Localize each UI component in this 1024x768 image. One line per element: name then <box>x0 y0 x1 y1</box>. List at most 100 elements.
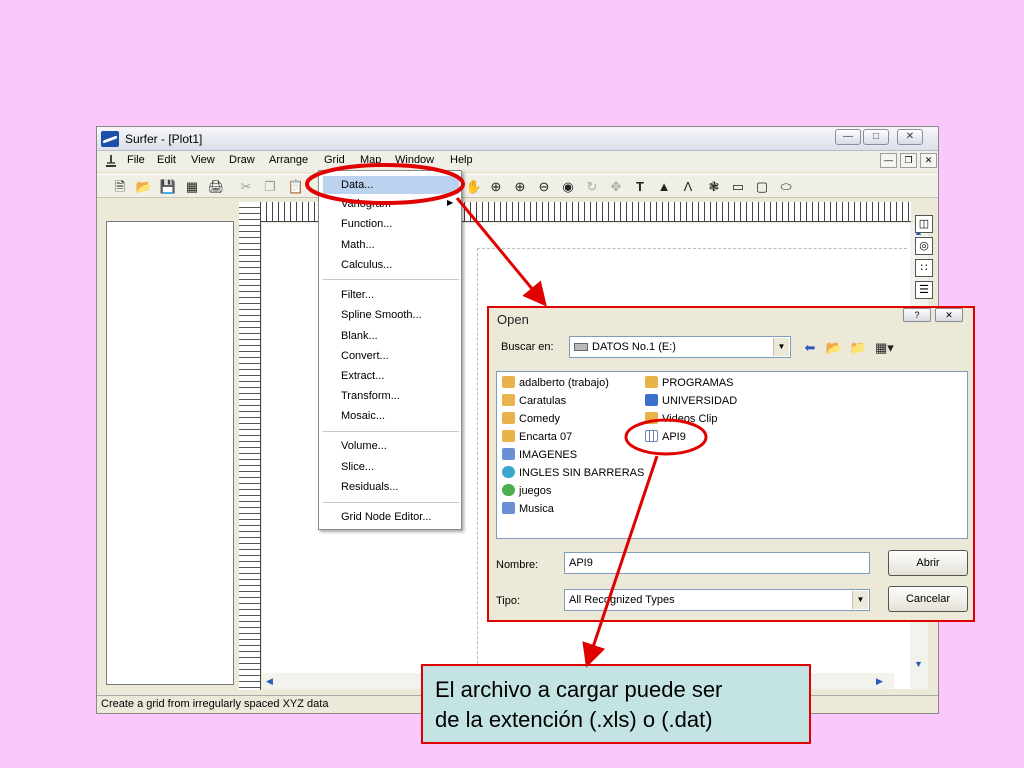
menu-map[interactable]: Map <box>360 154 381 166</box>
look-in-combo[interactable]: DATOS No.1 (E:) ▼ <box>569 336 791 358</box>
doc-close-button[interactable]: ✕ <box>920 153 937 168</box>
list-item[interactable]: Encarta 07 <box>502 430 572 443</box>
symbol-tool-icon[interactable]: ❃ <box>705 178 723 195</box>
menu-item-slice[interactable]: Slice... <box>341 461 374 473</box>
title-bar[interactable]: Surfer - [Plot1] — □ ✕ <box>97 127 938 151</box>
menu-item-blank[interactable]: Blank... <box>341 330 378 342</box>
dialog-title: Open <box>497 312 529 327</box>
menu-item-grid-node-editor[interactable]: Grid Node Editor... <box>341 511 432 523</box>
chevron-down-icon[interactable]: ▼ <box>773 338 789 356</box>
menu-item-volume[interactable]: Volume... <box>341 440 387 452</box>
close-button[interactable]: ✕ <box>897 129 923 145</box>
list-item[interactable]: juegos <box>502 484 551 497</box>
chevron-down-icon[interactable]: ▼ <box>852 591 868 609</box>
list-item[interactable]: API9 <box>645 430 686 443</box>
scroll-left-icon[interactable]: ◀ <box>266 676 273 687</box>
menu-grid[interactable]: Grid <box>324 154 345 166</box>
back-arrow-icon[interactable]: ⬅ <box>801 339 819 356</box>
list-item[interactable]: PROGRAMAS <box>645 376 734 389</box>
file-list[interactable]: adalberto (trabajo) Caratulas Comedy Enc… <box>496 371 968 539</box>
document-icon[interactable] <box>103 153 119 169</box>
menu-arrange[interactable]: Arrange <box>269 154 308 166</box>
menu-window[interactable]: Window <box>395 154 434 166</box>
zoom-rect-icon[interactable]: ⊕ <box>487 178 505 195</box>
pan-hand-icon[interactable]: ✋ <box>465 178 483 195</box>
list-item[interactable]: Comedy <box>502 412 560 425</box>
new-file-icon[interactable]: 🗎 <box>111 178 129 195</box>
menu-item-filter[interactable]: Filter... <box>341 289 374 301</box>
menu-item-residuals[interactable]: Residuals... <box>341 481 398 493</box>
menu-item-convert[interactable]: Convert... <box>341 350 389 362</box>
print-icon[interactable]: 🖨 <box>207 178 225 195</box>
menu-item-transform[interactable]: Transform... <box>341 390 400 402</box>
status-text: Create a grid from irregularly spaced XY… <box>101 698 329 710</box>
rounded-rect-tool-icon[interactable]: ▢ <box>753 178 771 195</box>
menu-file[interactable]: File <box>127 154 145 166</box>
paste-icon[interactable]: 📋 <box>287 178 305 195</box>
callout-line-1: El archivo a cargar puede ser <box>435 677 723 702</box>
vertical-ruler <box>239 202 261 690</box>
menu-item-calculus[interactable]: Calculus... <box>341 259 392 271</box>
menu-help[interactable]: Help <box>450 154 473 166</box>
list-item[interactable]: INGLES SIN BARRERAS <box>502 466 644 479</box>
classed-post-icon[interactable]: ☰ <box>915 281 933 299</box>
open-button[interactable]: Abrir <box>888 550 968 576</box>
scroll-down-icon[interactable]: ▼ <box>914 659 923 669</box>
menu-item-spline-smooth[interactable]: Spline Smooth... <box>341 309 422 321</box>
text-tool-icon[interactable]: T <box>631 178 649 195</box>
zoom-out-icon[interactable]: ⊖ <box>535 178 553 195</box>
filename-input[interactable]: API9 <box>564 552 870 574</box>
menu-view[interactable]: View <box>191 154 215 166</box>
folder-icon <box>502 412 515 424</box>
list-item[interactable]: IMAGENES <box>502 448 577 461</box>
cancel-button[interactable]: Cancelar <box>888 586 968 612</box>
dialog-close-button[interactable]: ✕ <box>935 308 963 322</box>
menu-separator <box>323 279 459 280</box>
list-item[interactable]: UNIVERSIDAD <box>645 394 737 407</box>
polyline-tool-icon[interactable]: Λ <box>679 178 697 195</box>
base-map-icon[interactable]: ◫ <box>915 215 933 233</box>
move-icon[interactable]: ✥ <box>607 178 625 195</box>
menu-item-function[interactable]: Function... <box>341 218 392 230</box>
menu-item-data[interactable]: Data... <box>323 176 459 194</box>
redraw-icon[interactable]: ↻ <box>583 178 601 195</box>
scroll-right-icon[interactable]: ▶ <box>876 676 883 687</box>
view-menu-icon[interactable]: ▦▾ <box>875 339 894 356</box>
new-folder-icon[interactable]: 📁 <box>849 339 867 356</box>
rectangle-tool-icon[interactable]: ▭ <box>729 178 747 195</box>
cut-icon[interactable]: ✂ <box>237 178 255 195</box>
zoom-in-icon[interactable]: ⊕ <box>511 178 529 195</box>
list-item[interactable]: Videos Clip <box>645 412 717 425</box>
worksheet-icon[interactable]: ▦ <box>183 178 201 195</box>
open-folder-icon[interactable]: 📂 <box>135 178 153 195</box>
menu-item-variogram[interactable]: Variogram <box>341 198 391 210</box>
filetype-value: All Recognized Types <box>569 594 675 606</box>
list-item[interactable]: Caratulas <box>502 394 566 407</box>
up-folder-icon[interactable]: 📂 <box>825 339 843 356</box>
menu-item-math[interactable]: Math... <box>341 239 375 251</box>
copy-icon[interactable]: ❐ <box>261 178 279 195</box>
help-button[interactable]: ? <box>903 308 931 322</box>
university-folder-icon <box>645 394 658 406</box>
maximize-button[interactable]: □ <box>863 129 889 145</box>
toolbar: 🗎 📂 💾 ▦ 🖨 ✂ ❐ 📋 ✋ ⊕ ⊕ ⊖ ◉ ↻ ✥ T ▲ Λ ❃ ▭ … <box>97 174 938 198</box>
callout-line-2: de la extención (.xls) o (.dat) <box>435 707 713 732</box>
post-map-icon[interactable]: ∷ <box>915 259 933 277</box>
save-icon[interactable]: 💾 <box>159 178 177 195</box>
menu-item-extract[interactable]: Extract... <box>341 370 384 382</box>
shared-folder-icon <box>502 394 515 406</box>
object-manager-pane[interactable] <box>106 221 234 685</box>
ellipse-tool-icon[interactable]: ⬭ <box>777 178 795 195</box>
doc-restore-button[interactable]: ❐ <box>900 153 917 168</box>
polygon-tool-icon[interactable]: ▲ <box>655 178 673 195</box>
zoom-full-icon[interactable]: ◉ <box>559 178 577 195</box>
list-item[interactable]: Musica <box>502 502 554 515</box>
contour-map-icon[interactable]: ◎ <box>915 237 933 255</box>
doc-minimize-button[interactable]: — <box>880 153 897 168</box>
minimize-button[interactable]: — <box>835 129 861 145</box>
menu-edit[interactable]: Edit <box>157 154 176 166</box>
menu-item-mosaic[interactable]: Mosaic... <box>341 410 385 422</box>
menu-draw[interactable]: Draw <box>229 154 255 166</box>
filetype-select[interactable]: All Recognized Types ▼ <box>564 589 870 611</box>
list-item[interactable]: adalberto (trabajo) <box>502 376 609 389</box>
